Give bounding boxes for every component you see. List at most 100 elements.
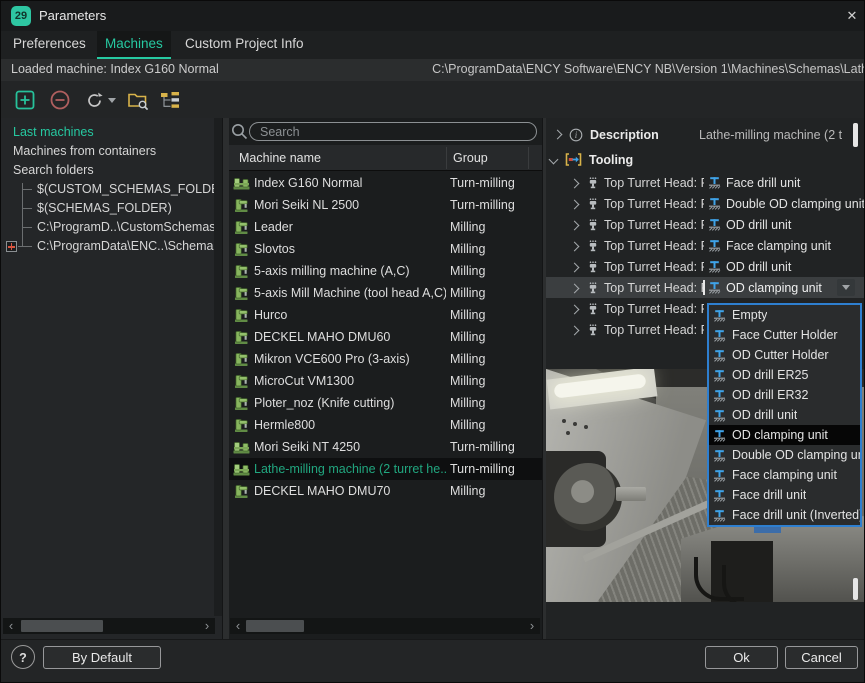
properties-scrollbar-thumb[interactable] <box>853 123 858 147</box>
search-icon <box>231 123 248 140</box>
column-separator[interactable] <box>528 147 529 169</box>
milling-machine-icon <box>233 308 250 323</box>
tooling-row[interactable]: Top Turret Head: POD drill unit <box>546 214 865 235</box>
tooling-row[interactable]: Top Turret Head: PFace drill unit <box>546 172 865 193</box>
table-row[interactable]: Mori Seiki NL 2500Turn-milling <box>229 194 542 216</box>
close-icon[interactable]: ✕ <box>842 7 862 25</box>
property-row-description[interactable]: i Description Lathe-milling machine (2 t <box>554 122 854 147</box>
machines-horizontal-scrollbar[interactable]: ‹ › <box>230 618 540 634</box>
table-row[interactable]: Index G160 NormalTurn-milling <box>229 172 542 194</box>
column-header-machine-name[interactable]: Machine name <box>239 145 321 171</box>
chevron-right-icon[interactable] <box>570 262 580 272</box>
dropdown-item[interactable]: Face drill unit <box>709 485 860 505</box>
scrollbar-thumb[interactable] <box>246 620 304 632</box>
tab-preferences[interactable]: Preferences <box>5 31 94 57</box>
remove-machine-button[interactable] <box>49 89 71 111</box>
by-default-button[interactable]: By Default <box>43 646 161 669</box>
table-row[interactable]: LeaderMilling <box>229 216 542 238</box>
cancel-button[interactable]: Cancel <box>785 646 858 669</box>
folders-horizontal-scrollbar[interactable]: ‹ › <box>3 618 215 634</box>
dropdown-open-button[interactable] <box>837 279 855 296</box>
tooling-row[interactable]: Top Turret Head: PDouble OD clamping uni… <box>546 193 865 214</box>
table-row[interactable]: Mori Seiki NT 4250Turn-milling <box>229 436 542 458</box>
app-logo-icon: 29 <box>11 6 31 26</box>
column-separator[interactable] <box>446 147 447 169</box>
tab-custom-project-info[interactable]: Custom Project Info <box>177 31 312 57</box>
chevron-down-icon[interactable] <box>549 155 559 165</box>
description-label: Description <box>590 128 659 142</box>
table-row[interactable]: DECKEL MAHO DMU70Milling <box>229 480 542 502</box>
chevron-right-icon[interactable] <box>570 178 580 188</box>
tooling-row-selected[interactable]: Top Turret Head: POD clamping unit <box>546 277 865 298</box>
milling-machine-icon <box>233 374 250 389</box>
tool-unit-icon <box>708 260 721 273</box>
sidebar-item-machines-from-containers[interactable]: Machines from containers <box>1 142 214 161</box>
folder-item-custom-schemas-var[interactable]: $(CUSTOM_SCHEMAS_FOLDER) <box>1 180 214 199</box>
table-row[interactable]: Ploter_noz (Knife cutting)Milling <box>229 392 542 414</box>
table-row-selected[interactable]: Lathe-milling machine (2 turret he...Tur… <box>229 458 542 480</box>
chevron-right-icon[interactable] <box>570 283 580 293</box>
dropdown-item-highlighted[interactable]: OD clamping unit <box>709 425 860 445</box>
folders-vertical-scrollbar[interactable] <box>214 118 222 616</box>
turret-head-icon <box>587 282 599 294</box>
dropdown-item[interactable]: Empty <box>709 305 860 325</box>
dropdown-item[interactable]: Face Cutter Holder <box>709 325 860 345</box>
tool-unit-icon <box>713 429 726 442</box>
refresh-button[interactable] <box>83 89 105 111</box>
folder-item-custom-schemas-path[interactable]: C:\ProgramD..\CustomSchemas <box>1 218 214 237</box>
title-bar <box>1 1 865 31</box>
chevron-right-icon[interactable] <box>570 241 580 251</box>
ok-button[interactable]: Ok <box>705 646 778 669</box>
column-header-group[interactable]: Group <box>453 145 488 171</box>
properties-scrollbar-thumb-bottom[interactable] <box>853 578 858 600</box>
tree-icon <box>160 91 180 109</box>
table-row[interactable]: Hermle800Milling <box>229 414 542 436</box>
folder-item-schemas-var[interactable]: $(SCHEMAS_FOLDER) <box>1 199 214 218</box>
dropdown-item[interactable]: OD drill ER25 <box>709 365 860 385</box>
containers-tree-button[interactable] <box>159 89 181 111</box>
dropdown-item[interactable]: OD drill ER32 <box>709 385 860 405</box>
tool-unit-icon <box>708 176 721 189</box>
milling-machine-icon <box>233 220 250 235</box>
tool-unit-icon <box>713 369 726 382</box>
chevron-right-icon[interactable] <box>570 304 580 314</box>
plus-icon <box>15 90 35 110</box>
help-button[interactable]: ? <box>11 645 35 669</box>
tree-expand-icon[interactable] <box>6 241 17 252</box>
chevron-right-icon[interactable] <box>570 199 580 209</box>
tooling-row[interactable]: Top Turret Head: PFace clamping unit <box>546 235 865 256</box>
dropdown-item[interactable]: OD Cutter Holder <box>709 345 860 365</box>
table-row[interactable]: 5-axis Mill Machine (tool head A,C)Milli… <box>229 282 542 304</box>
table-row[interactable]: MicroCut VM1300Milling <box>229 370 542 392</box>
table-row[interactable]: DECKEL MAHO DMU60Milling <box>229 326 542 348</box>
scroll-right-arrow[interactable]: › <box>199 618 215 634</box>
chevron-right-icon[interactable] <box>570 325 580 335</box>
scroll-right-arrow[interactable]: › <box>524 618 540 634</box>
search-input[interactable] <box>249 122 537 141</box>
sidebar-item-search-folders[interactable]: Search folders <box>1 161 214 180</box>
description-value[interactable]: Lathe-milling machine (2 t <box>699 128 854 142</box>
scroll-left-arrow[interactable]: ‹ <box>3 618 19 634</box>
chevron-right-icon[interactable] <box>553 130 563 140</box>
scroll-left-arrow[interactable]: ‹ <box>230 618 246 634</box>
table-row[interactable]: SlovtosMilling <box>229 238 542 260</box>
chevron-right-icon[interactable] <box>570 220 580 230</box>
table-row[interactable]: HurcoMilling <box>229 304 542 326</box>
add-machine-button[interactable] <box>14 89 36 111</box>
folder-item-schemas-path[interactable]: C:\ProgramData\ENC..\Schemas <box>1 237 214 256</box>
find-in-folder-button[interactable] <box>127 89 149 111</box>
tooling-section-header[interactable]: Tooling <box>550 149 850 170</box>
tab-machines[interactable]: Machines <box>97 31 171 59</box>
scrollbar-thumb[interactable] <box>21 620 103 632</box>
dropdown-item[interactable]: Face clamping unit <box>709 465 860 485</box>
tool-unit-icon <box>708 239 721 252</box>
table-row[interactable]: 5-axis milling machine (A,C)Milling <box>229 260 542 282</box>
refresh-dropdown-button[interactable] <box>105 89 119 111</box>
tooling-row[interactable]: Top Turret Head: POD drill unit <box>546 256 865 277</box>
table-row[interactable]: Mikron VCE600 Pro (3-axis)Milling <box>229 348 542 370</box>
milling-machine-icon <box>233 242 250 257</box>
dropdown-item[interactable]: OD drill unit <box>709 405 860 425</box>
dropdown-item[interactable]: Face drill unit (Inverted) <box>709 505 860 525</box>
dropdown-item[interactable]: Double OD clamping unit <box>709 445 860 465</box>
sidebar-item-last-machines[interactable]: Last machines <box>1 123 214 142</box>
